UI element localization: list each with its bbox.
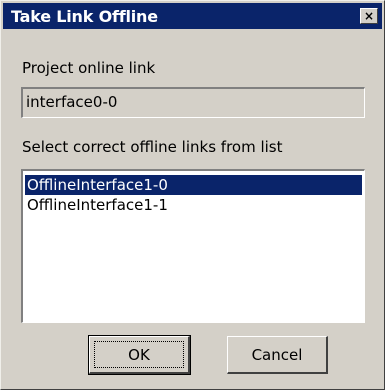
online-link-field: interface0-0 [21, 87, 365, 118]
cancel-button[interactable]: Cancel [227, 336, 328, 374]
close-button[interactable]: × [360, 8, 378, 24]
offline-links-label: Select correct offline links from list [22, 138, 283, 156]
ok-button-label: OK [128, 345, 150, 364]
ok-button[interactable]: OK [88, 335, 191, 375]
offline-links-listbox[interactable]: OfflineInterface1-0 OfflineInterface1-1 [21, 169, 365, 323]
list-item[interactable]: OfflineInterface1-1 [25, 195, 362, 215]
list-item[interactable]: OfflineInterface1-0 [25, 175, 362, 195]
cancel-button-label: Cancel [251, 345, 303, 364]
dialog-title: Take Link Offline [11, 6, 158, 26]
close-icon: × [363, 9, 375, 23]
take-link-offline-dialog: Take Link Offline × Project online link … [0, 0, 385, 390]
title-bar[interactable]: Take Link Offline × [3, 3, 382, 29]
online-link-label: Project online link [22, 59, 156, 77]
